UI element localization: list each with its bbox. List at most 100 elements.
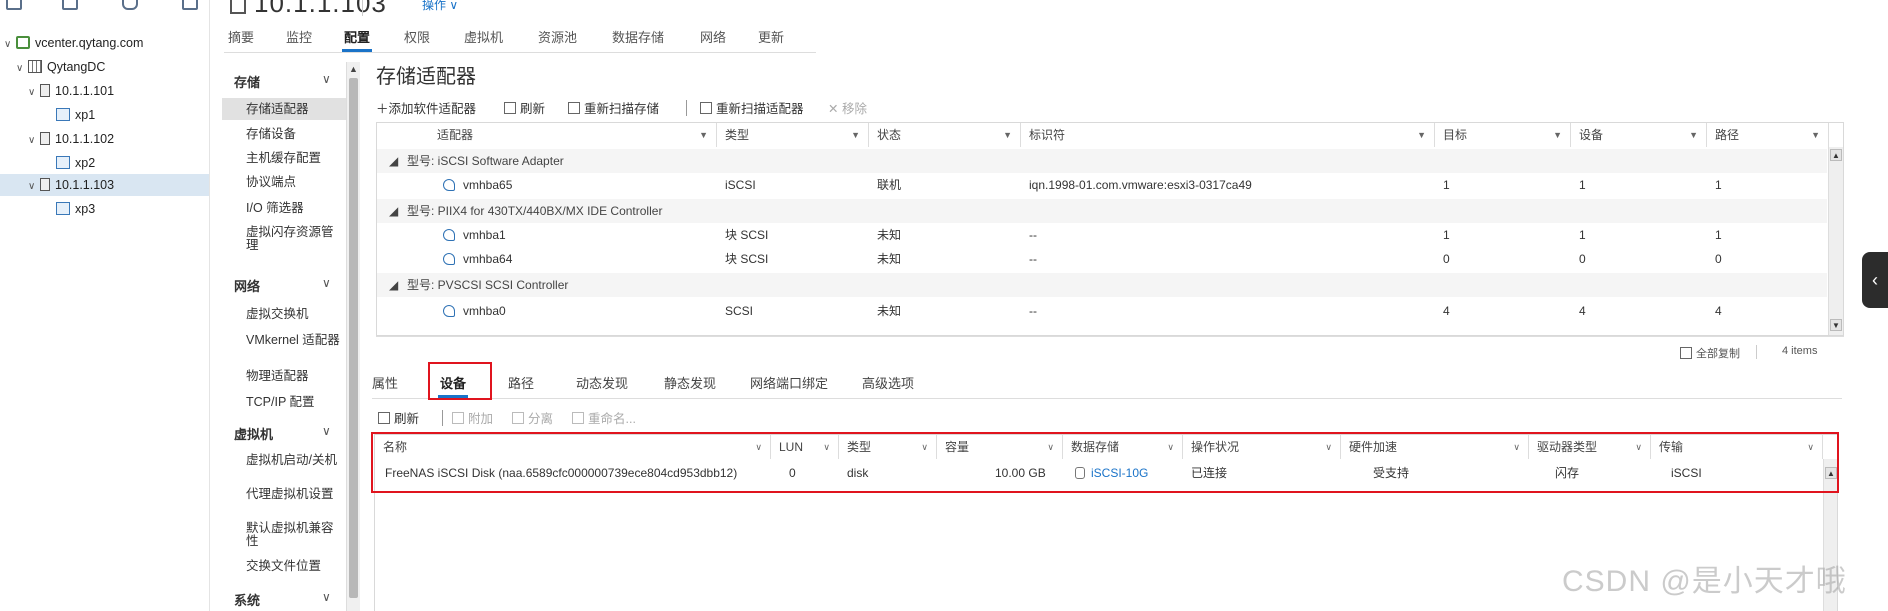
nav-item-vflash[interactable]: 虚拟闪存资源管理 — [246, 226, 342, 252]
tree-item-vm-xp2[interactable]: xp2 — [56, 152, 95, 174]
column-header[interactable]: 类型 ▼ — [717, 123, 869, 147]
tree-item-datacenter[interactable]: ∨ QytangDC — [16, 56, 105, 78]
column-header[interactable]: 标识符 ▼ — [1021, 123, 1435, 147]
chevron-down-icon[interactable]: ∨ — [28, 82, 40, 104]
filter-icon[interactable]: ▼ — [1689, 123, 1698, 147]
divider — [224, 52, 816, 53]
chevron-down-icon[interactable]: ∨ — [322, 424, 331, 438]
tab-updates[interactable]: 更新 — [758, 24, 784, 52]
tree-item-host-102[interactable]: ∨ 10.1.1.102 — [28, 128, 114, 150]
nav-item-agent-vm[interactable]: 代理虚拟机设置 — [246, 488, 342, 501]
tab-port-binding[interactable]: 网络端口绑定 — [750, 373, 828, 392]
nav-item-host-cache[interactable]: 主机缓存配置 — [246, 152, 342, 165]
tab-paths[interactable]: 路径 — [508, 373, 534, 392]
tab-networks[interactable]: 网络 — [700, 24, 726, 52]
nav-item-io-filters[interactable]: I/O 筛选器 — [246, 202, 342, 215]
grid-scrollbar[interactable]: ▲ ▼ — [1828, 147, 1843, 335]
tree-item-host-103[interactable]: ∨ 10.1.1.103 — [0, 174, 209, 196]
tab-vms[interactable]: 虚拟机 — [464, 24, 503, 52]
networking-icon[interactable] — [182, 0, 198, 10]
table-row[interactable]: vmhba1 块 SCSI 未知 -- 1 1 1 — [377, 223, 1827, 247]
chevron-down-icon[interactable]: ∨ — [322, 72, 331, 86]
tree-item-vm-xp1[interactable]: xp1 — [56, 104, 95, 126]
storage-icon[interactable] — [122, 0, 138, 10]
group-row[interactable]: ◢ 型号: PVSCSI SCSI Controller — [377, 273, 1827, 297]
nav-item-protocol-endpoints[interactable]: 协议端点 — [246, 176, 342, 189]
refresh-button[interactable]: 刷新 — [378, 408, 419, 427]
vms-templates-icon[interactable] — [62, 0, 78, 10]
tree-item-vm-xp3[interactable]: xp3 — [56, 198, 95, 220]
refresh-button[interactable]: 刷新 — [504, 98, 545, 117]
tab-static-discovery[interactable]: 静态发现 — [664, 373, 716, 392]
nav-group-storage[interactable]: 存储 — [234, 72, 260, 91]
filter-icon[interactable]: ▼ — [1811, 123, 1820, 147]
nav-item-storage-adapters[interactable]: 存储适配器 — [222, 98, 346, 120]
nav-item-storage-devices[interactable]: 存储设备 — [246, 128, 342, 141]
nav-item-vmkernel-adapters[interactable]: VMkernel 适配器 — [246, 334, 342, 347]
column-header[interactable]: 适配器 ▼ — [377, 123, 717, 147]
collapse-icon[interactable]: ◢ — [389, 199, 398, 223]
nav-item-tcpip[interactable]: TCP/IP 配置 — [246, 396, 342, 409]
column-header[interactable]: 设备 ▼ — [1571, 123, 1707, 147]
collapse-icon[interactable]: ◢ — [389, 149, 398, 173]
column-header[interactable]: 状态 ▼ — [869, 123, 1021, 147]
chevron-down-icon[interactable]: ∨ — [322, 276, 331, 290]
rescan-storage-button[interactable]: 重新扫描存储 — [568, 98, 659, 117]
scroll-up-icon[interactable]: ▲ — [349, 64, 358, 74]
chevron-down-icon[interactable]: ∨ — [16, 58, 28, 80]
group-row[interactable]: ◢ 型号: iSCSI Software Adapter — [377, 149, 1827, 173]
filter-icon[interactable]: ▼ — [851, 123, 860, 147]
scrollbar-thumb[interactable] — [349, 78, 358, 598]
filter-icon[interactable]: ▼ — [1553, 123, 1562, 147]
nav-item-virtual-switches[interactable]: 虚拟交换机 — [246, 308, 342, 321]
actions-menu[interactable]: 操作 ∨ — [422, 0, 458, 13]
chevron-down-icon[interactable]: ∨ — [28, 176, 40, 198]
copy-icon — [1680, 347, 1692, 359]
rename-button[interactable]: 重命名... — [572, 408, 636, 427]
hosts-clusters-icon[interactable] — [6, 0, 22, 10]
remove-button[interactable]: ✕ 移除 — [828, 98, 867, 117]
column-header[interactable]: 路径 ▼ — [1707, 123, 1829, 147]
group-row[interactable]: ◢ 型号: PIIX4 for 430TX/440BX/MX IDE Contr… — [377, 199, 1827, 223]
tree-item-host-101[interactable]: ∨ 10.1.1.101 — [28, 80, 114, 102]
nav-scrollbar[interactable]: ▲ — [346, 62, 360, 611]
tab-permissions[interactable]: 权限 — [404, 24, 430, 52]
filter-icon[interactable]: ▼ — [1417, 123, 1426, 147]
tree-item-vcenter[interactable]: ∨ vcenter.qytang.com — [4, 32, 143, 54]
nav-group-vm[interactable]: 虚拟机 — [234, 424, 273, 443]
nav-group-system[interactable]: 系统 — [234, 590, 260, 609]
tab-configure[interactable]: 配置 — [341, 24, 373, 52]
filter-icon[interactable]: ▼ — [699, 123, 708, 147]
table-row[interactable]: vmhba64 块 SCSI 未知 -- 0 0 0 — [377, 247, 1827, 271]
scroll-up-icon[interactable]: ▲ — [1830, 149, 1842, 161]
chevron-down-icon[interactable]: ∨ — [4, 34, 16, 56]
nav-group-networking[interactable]: 网络 — [234, 276, 260, 295]
attach-button[interactable]: 附加 — [452, 408, 493, 427]
nav-item-physical-adapters[interactable]: 物理适配器 — [246, 370, 342, 383]
tab-advanced-options[interactable]: 高级选项 — [862, 373, 914, 392]
column-header[interactable]: 目标 ▼ — [1435, 123, 1571, 147]
rescan-icon — [700, 102, 712, 114]
tab-monitor[interactable]: 监控 — [286, 24, 312, 52]
collapse-panel-handle[interactable]: ‹ — [1862, 252, 1888, 308]
detach-button[interactable]: 分离 — [512, 408, 553, 427]
scroll-down-icon[interactable]: ▼ — [1830, 319, 1842, 331]
tab-datastores[interactable]: 数据存储 — [612, 24, 664, 52]
nav-item-swap-location[interactable]: 交换文件位置 — [246, 560, 342, 573]
filter-icon[interactable]: ▼ — [1003, 123, 1012, 147]
collapse-icon[interactable]: ◢ — [389, 273, 398, 297]
chevron-down-icon[interactable]: ∨ — [28, 130, 40, 152]
tab-properties[interactable]: 属性 — [372, 373, 398, 392]
nav-item-default-compat[interactable]: 默认虚拟机兼容性 — [246, 522, 342, 548]
table-row[interactable]: vmhba0 SCSI 未知 -- 4 4 4 — [377, 299, 1827, 323]
tab-summary[interactable]: 摘要 — [228, 24, 254, 52]
nav-item-vm-startup[interactable]: 虚拟机启动/关机 — [246, 454, 342, 467]
column-header-label: 设备 — [1579, 128, 1604, 142]
chevron-down-icon[interactable]: ∨ — [322, 590, 331, 604]
tab-resource-pools[interactable]: 资源池 — [538, 24, 577, 52]
copy-all-button[interactable]: 全部复制 — [1680, 345, 1740, 361]
table-row[interactable]: vmhba65 iSCSI 联机 iqn.1998-01.com.vmware:… — [377, 173, 1827, 197]
tab-dynamic-discovery[interactable]: 动态发现 — [576, 373, 628, 392]
add-software-adapter-button[interactable]: ＋添加软件适配器 — [376, 98, 476, 117]
rescan-adapter-button[interactable]: 重新扫描适配器 — [700, 98, 804, 117]
